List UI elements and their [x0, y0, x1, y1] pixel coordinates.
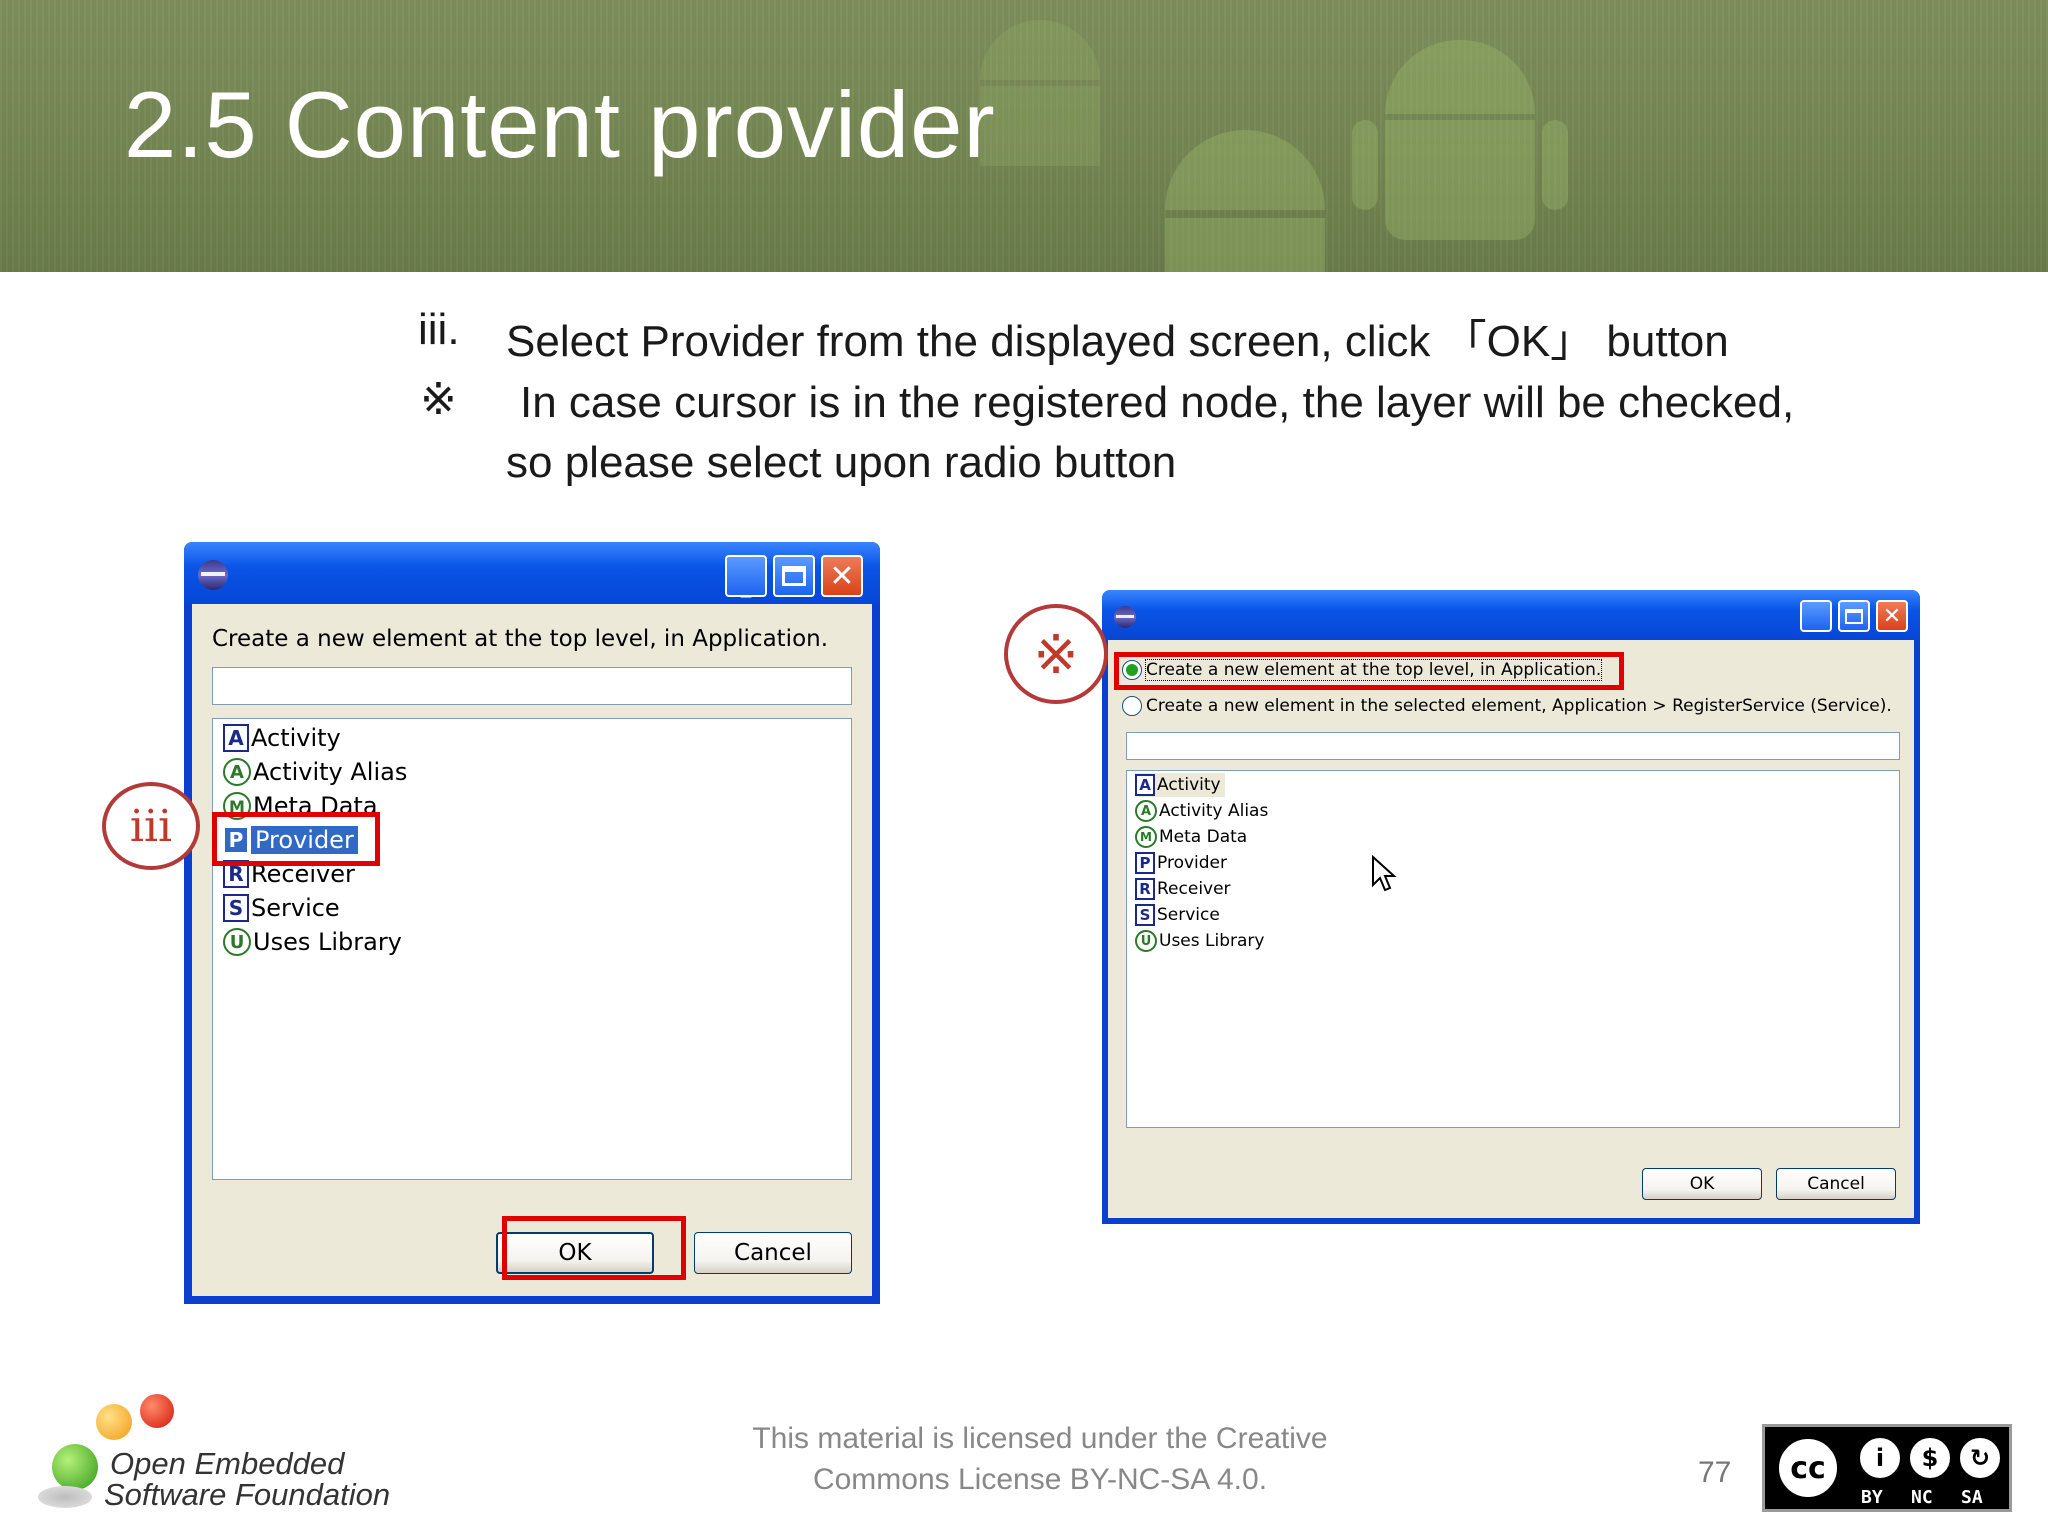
meta-data-icon: M	[1135, 826, 1157, 848]
android-body-3	[980, 86, 1100, 166]
bullet-text-1: Select Provider from the displayed scree…	[506, 317, 1729, 366]
bullet-text-2-continuation: so please select upon radio button	[506, 438, 1177, 487]
eclipse-icon	[1114, 606, 1136, 628]
sa-icon: ↻	[1957, 1435, 2003, 1481]
right-dialog-client: Create a new element at the top level, i…	[1108, 640, 1914, 1218]
uses-library-icon: U	[223, 928, 251, 956]
bullet-text-2: In case cursor is in the registered node…	[520, 378, 1795, 427]
radio-selected-element[interactable]: Create a new element in the selected ele…	[1122, 694, 1892, 718]
left-dialog-titlebar[interactable]: _ ✕	[184, 542, 880, 604]
right-filter-input[interactable]	[1126, 732, 1900, 760]
cc-sa-label: SA	[1961, 1487, 1983, 1508]
uses-library-icon: U	[1135, 930, 1157, 952]
left-cancel-button[interactable]: Cancel	[694, 1232, 852, 1274]
logo-ball-red	[140, 1394, 174, 1428]
slide-title: 2.5 Content provider	[124, 72, 996, 177]
left-dialog-window: _ ✕ Create a new element at the top leve…	[184, 542, 880, 1304]
logo-text: Open Embedded Software Foundation	[104, 1446, 391, 1512]
cc-nc-label: NC	[1911, 1487, 1933, 1508]
highlight-radio-top-level	[1114, 652, 1624, 690]
list-item-receiver[interactable]: R Receiver	[1135, 877, 1231, 901]
left-dialog-prompt: Create a new element at the top level, i…	[212, 626, 829, 652]
callout-iii: iii	[102, 782, 200, 870]
list-item-activity-alias[interactable]: A Activity Alias	[1135, 799, 1268, 823]
highlight-provider	[212, 812, 380, 866]
maximize-button[interactable]	[1838, 600, 1870, 632]
cc-by-label: BY	[1861, 1487, 1883, 1508]
list-item-provider[interactable]: P Provider	[1135, 851, 1227, 875]
close-button[interactable]: ✕	[821, 555, 863, 597]
page-number: 77	[1698, 1456, 1732, 1489]
logo-shadow	[38, 1486, 92, 1508]
left-dialog-client: Create a new element at the top level, i…	[192, 604, 872, 1296]
service-icon: S	[1135, 904, 1155, 926]
cc-license-badge[interactable]: cc i $ ↻ BY NC SA	[1762, 1424, 2012, 1512]
cc-icon: cc	[1775, 1435, 1841, 1501]
by-icon: i	[1857, 1435, 1903, 1481]
android-arm-3	[1542, 120, 1568, 210]
minimize-button[interactable]: _	[725, 555, 767, 598]
right-element-list[interactable]: A Activity A Activity Alias M Meta Data …	[1126, 770, 1900, 1128]
receiver-icon: R	[1135, 878, 1155, 900]
eclipse-icon	[198, 560, 228, 590]
list-item-meta-data[interactable]: M Meta Data	[1135, 825, 1247, 849]
bullet-marker-iii: iii.	[418, 305, 460, 354]
logo-ball-green	[52, 1444, 98, 1490]
close-button[interactable]: ✕	[1876, 600, 1908, 632]
left-element-list[interactable]: A Activity A Activity Alias M Meta Data …	[212, 718, 852, 1180]
list-item-activity-alias[interactable]: A Activity Alias	[223, 757, 407, 787]
list-item-service[interactable]: S Service	[223, 893, 340, 923]
list-item-activity[interactable]: A Activity	[1135, 773, 1225, 797]
radio-button-selected[interactable]	[1122, 696, 1142, 716]
left-filter-input[interactable]	[212, 667, 852, 705]
minimize-button[interactable]: _	[1800, 600, 1832, 632]
maximize-button[interactable]	[773, 555, 815, 597]
right-ok-button[interactable]: OK	[1642, 1168, 1762, 1200]
nc-icon: $	[1907, 1435, 1953, 1481]
title-banner: 2.5 Content provider	[0, 0, 2048, 272]
mouse-cursor-icon	[1372, 855, 1397, 892]
bullet-marker-note: ※	[420, 375, 457, 424]
callout-note: ※	[1004, 604, 1108, 704]
right-cancel-button[interactable]: Cancel	[1776, 1168, 1896, 1200]
activity-alias-icon: A	[223, 758, 251, 786]
list-item-uses-library[interactable]: U Uses Library	[1135, 929, 1264, 953]
android-body-2	[1385, 120, 1535, 240]
activity-alias-icon: A	[1135, 800, 1157, 822]
logo-ball-orange	[96, 1404, 132, 1440]
provider-icon: P	[1135, 852, 1155, 874]
activity-icon: A	[1135, 774, 1155, 796]
android-body-1	[1165, 218, 1325, 272]
android-arm-2	[1352, 120, 1378, 210]
list-item-activity[interactable]: A Activity	[223, 723, 341, 753]
right-dialog-titlebar[interactable]: _ ✕	[1102, 590, 1920, 640]
license-text: This material is licensed under the Crea…	[752, 1422, 1328, 1496]
activity-icon: A	[223, 724, 249, 752]
list-item-service[interactable]: S Service	[1135, 903, 1220, 927]
list-item-uses-library[interactable]: U Uses Library	[223, 927, 402, 957]
highlight-ok-button	[502, 1216, 686, 1280]
service-icon: S	[223, 894, 249, 922]
